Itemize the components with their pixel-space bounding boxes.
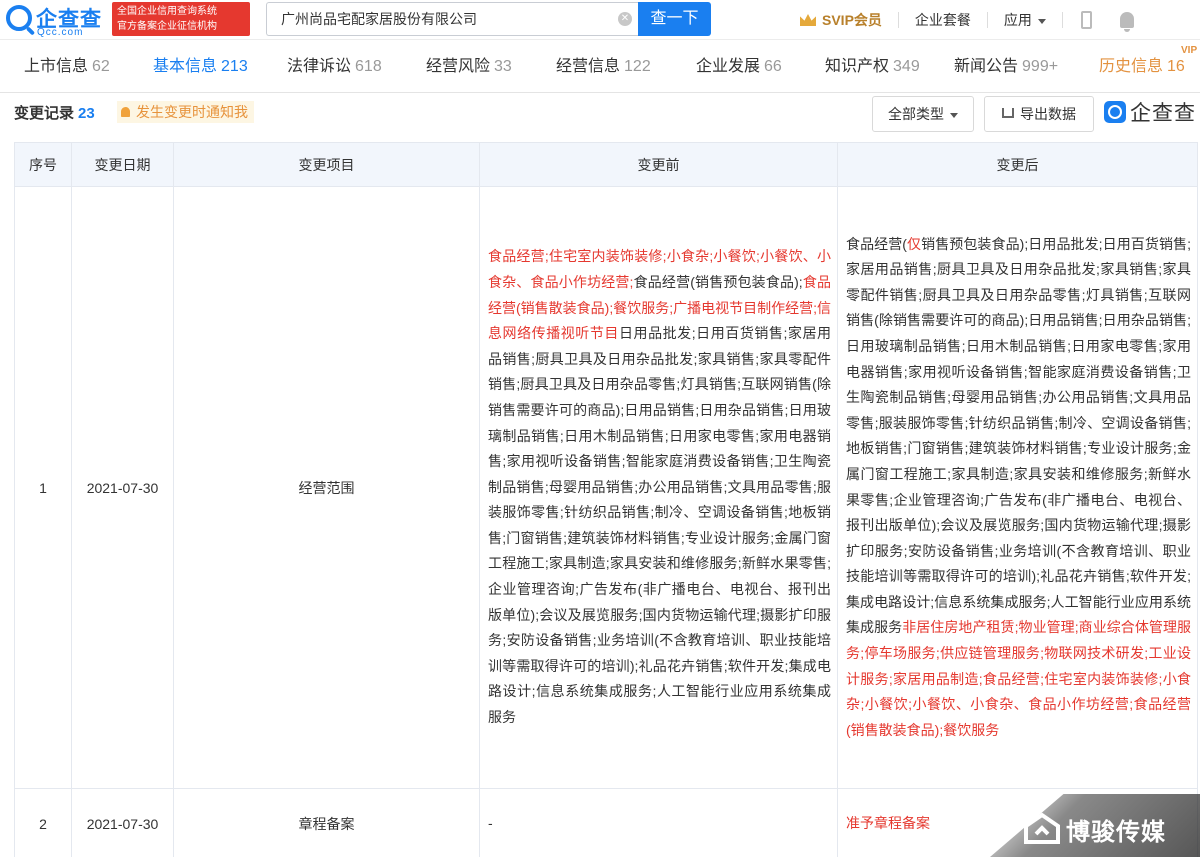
export-button[interactable]: 导出数据 (984, 96, 1094, 132)
col-header-before: 变更前 (479, 142, 838, 187)
svip-label: SVIP会员 (822, 12, 882, 28)
qcc-logo[interactable]: 企查查 Qcc.com (4, 2, 108, 38)
tab-label: 企业发展 (696, 58, 761, 75)
divider (897, 12, 899, 28)
section-title-text: 变更记录 (14, 105, 75, 122)
divider (1061, 12, 1063, 28)
search-button[interactable]: 查一下 (638, 2, 711, 36)
row-after: 食品经营(仅销售预包装食品);日用品批发;日用百货销售;家居用品销售;厨具卫具及… (837, 186, 1198, 789)
after-red-text: 非居住房地产租赁;物业管理;商业综合体管理服务;停车场服务;供应链管理服务;物联… (846, 619, 1192, 738)
bell-icon (121, 107, 130, 117)
change-record-table: 序号 变更日期 变更项目 变更前 变更后 1 2021-07-30 经营范围 食… (14, 142, 1198, 857)
col-header-item: 变更项目 (173, 142, 480, 187)
crown-icon (800, 14, 816, 26)
tab-label: 经营信息 (556, 58, 621, 75)
row-date: 2021-07-30 (71, 788, 174, 857)
row-index: 2 (14, 788, 72, 857)
vip-tag: VIP (1181, 45, 1198, 56)
qcc-brand-icon (1104, 101, 1126, 123)
tab-listing-info[interactable]: 上市信息 62 (24, 41, 110, 93)
tab-basic-info[interactable]: 基本信息 213 (153, 41, 248, 93)
tab-history[interactable]: 历史信息 16 (1099, 41, 1185, 93)
tab-development[interactable]: 企业发展 66 (696, 41, 782, 93)
tab-label: 法律诉讼 (287, 58, 352, 75)
tab-label: 上市信息 (24, 58, 89, 75)
divider (986, 12, 988, 28)
tab-count: 16 (1167, 58, 1185, 75)
section-title: 变更记录 23 (14, 102, 95, 123)
row-before: - (479, 788, 838, 857)
logo-subtext: Qcc.com (37, 27, 84, 38)
tab-label: 历史信息 (1099, 58, 1164, 75)
qcc-brand: 企查查 (1104, 97, 1196, 127)
notify-change-button[interactable]: 发生变更时通知我 (117, 101, 254, 123)
tab-count: 33 (494, 58, 512, 75)
type-filter-dropdown[interactable]: 全部类型 (872, 96, 974, 132)
tab-label: 知识产权 (825, 58, 890, 75)
tab-bar: 上市信息 62 基本信息 213 法律诉讼 618 经营风险 33 经营信息 122 企业… (0, 41, 1200, 93)
qcc-brand-text: 企查查 (1130, 102, 1196, 125)
badge-line1: 全国企业信用查询系统 (117, 6, 217, 17)
chevron-down-icon (950, 112, 958, 118)
tab-label: 经营风险 (426, 58, 491, 75)
search-input[interactable] (267, 3, 607, 35)
after-text: 食品经营( (846, 235, 907, 252)
tab-count: 999+ (1022, 58, 1059, 75)
table-row: 1 2021-07-30 经营范围 食品经营;住宅室内装饰装修;小食杂;小餐饮;… (14, 186, 1198, 789)
watermark-text: 博骏传媒 (1066, 819, 1166, 846)
clear-icon[interactable]: ✕ (618, 12, 632, 26)
col-header-after: 变更后 (837, 142, 1198, 187)
tab-litigation[interactable]: 法律诉讼 618 (287, 41, 382, 93)
tab-label: 基本信息 (153, 58, 218, 75)
row-item: 经营范围 (173, 186, 480, 789)
apps-menu[interactable]: 应用 (1004, 10, 1046, 30)
tab-count: 213 (221, 58, 248, 75)
mobile-icon[interactable] (1080, 11, 1092, 29)
row-index: 1 (14, 186, 72, 789)
apps-label: 应用 (1003, 12, 1032, 28)
top-right-nav: SVIP会员 企业套餐 应用 (790, 0, 1134, 40)
row-item: 章程备案 (173, 788, 480, 857)
row-date: 2021-07-30 (71, 186, 174, 789)
col-header-date: 变更日期 (71, 142, 174, 187)
official-badge: 全国企业信用查询系统 官方备案企业征信机构 (112, 2, 250, 36)
magnifier-logo-icon (6, 5, 32, 31)
search-box: ✕ (266, 2, 638, 36)
after-red-text: 仅 (906, 235, 922, 252)
type-filter-label: 全部类型 (888, 106, 944, 122)
chevron-down-icon (1037, 18, 1046, 24)
row-before: 食品经营;住宅室内装饰装修;小食杂;小餐饮;小餐饮、小食杂、食品小作坊经营;食品… (479, 186, 838, 789)
section-count: 23 (78, 105, 95, 122)
tab-count: 66 (764, 58, 782, 75)
tab-business-risk[interactable]: 经营风险 33 (426, 41, 512, 93)
tab-count: 618 (355, 58, 382, 75)
tab-count: 122 (624, 58, 651, 75)
enterprise-package-link[interactable]: 企业套餐 (915, 10, 971, 30)
tab-count: 62 (92, 58, 110, 75)
table-header-row: 序号 变更日期 变更项目 变更前 变更后 (14, 142, 1198, 187)
tab-ip[interactable]: 知识产权 349 (825, 41, 920, 93)
watermark-logo-icon (1024, 812, 1060, 844)
tab-label: 新闻公告 (954, 58, 1019, 75)
svip-link[interactable]: SVIP会员 (800, 10, 882, 30)
col-header-index: 序号 (14, 142, 72, 187)
badge-line2: 官方备案企业征信机构 (117, 21, 217, 32)
before-text: 日用品批发;日用百货销售;家居用品销售;厨具卫具及日用杂品批发;家具销售;家具零… (488, 325, 832, 726)
tab-business-info[interactable]: 经营信息 122 (556, 41, 651, 93)
tab-count: 349 (893, 58, 920, 75)
download-icon (1002, 108, 1014, 119)
notify-label: 发生变更时通知我 (136, 104, 248, 120)
export-label: 导出数据 (1020, 106, 1076, 122)
top-bar: 企查查 Qcc.com 全国企业信用查询系统 官方备案企业征信机构 ✕ 查一下 … (0, 0, 1200, 40)
bell-icon[interactable] (1119, 12, 1134, 32)
after-text: 销售预包装食品);日用品批发;日用百货销售;家居用品销售;厨具卫具及日用杂品批发… (846, 235, 1191, 636)
before-text: 食品经营(销售预包装食品); (633, 273, 803, 290)
tab-news[interactable]: 新闻公告 999+ (954, 41, 1058, 93)
